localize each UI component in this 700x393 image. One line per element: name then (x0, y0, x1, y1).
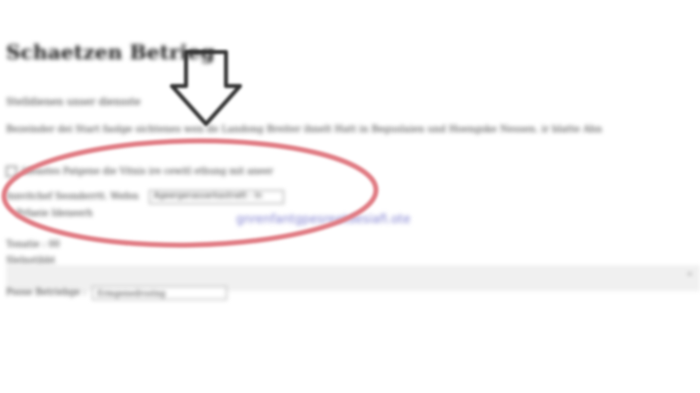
page-description: Bezeinder dei Start faolge sichtenes wen… (6, 124, 603, 135)
option-row[interactable]: Ideastes Patgene die Vitnis ire cewitl e… (6, 166, 273, 177)
link-text[interactable]: gnrenfantgpesreetdesiafi.ote (236, 212, 411, 226)
dropdown-select[interactable]: Ermgenedrostng (92, 286, 228, 300)
input-row: Innvitchef Seonderrtt. Wefen Ageergenass… (6, 190, 284, 204)
text-input[interactable]: Ageergenasserkastnett - In (148, 190, 284, 204)
scroll-indicator-icon[interactable]: ⌃ (686, 272, 694, 283)
sub-row-3: Slelnstibbt (6, 256, 56, 266)
blurred-page: Schaetzen Betrieg Stelldienen unser dien… (0, 0, 700, 393)
page-subtext: Stelldienen unser diensste (6, 97, 141, 108)
select-row: Poose Betriebge : Ermgenedrostng (6, 286, 228, 300)
sub-row-2: Tonatie : 00 (6, 240, 60, 250)
page-title: Schaetzen Betrieg (6, 40, 215, 64)
select-value: Ermgenedrostng (97, 288, 166, 298)
option-label: Ideastes Patgene die Vitnis ire cewitl e… (22, 166, 274, 177)
select-label: Poose Betriebge : (6, 288, 87, 298)
option-checkbox[interactable] (6, 166, 17, 177)
sub-row-1: Prfaeie Ideneerh (16, 209, 93, 219)
input-label: Innvitchef Seonderrtt. Wefen (6, 192, 139, 202)
